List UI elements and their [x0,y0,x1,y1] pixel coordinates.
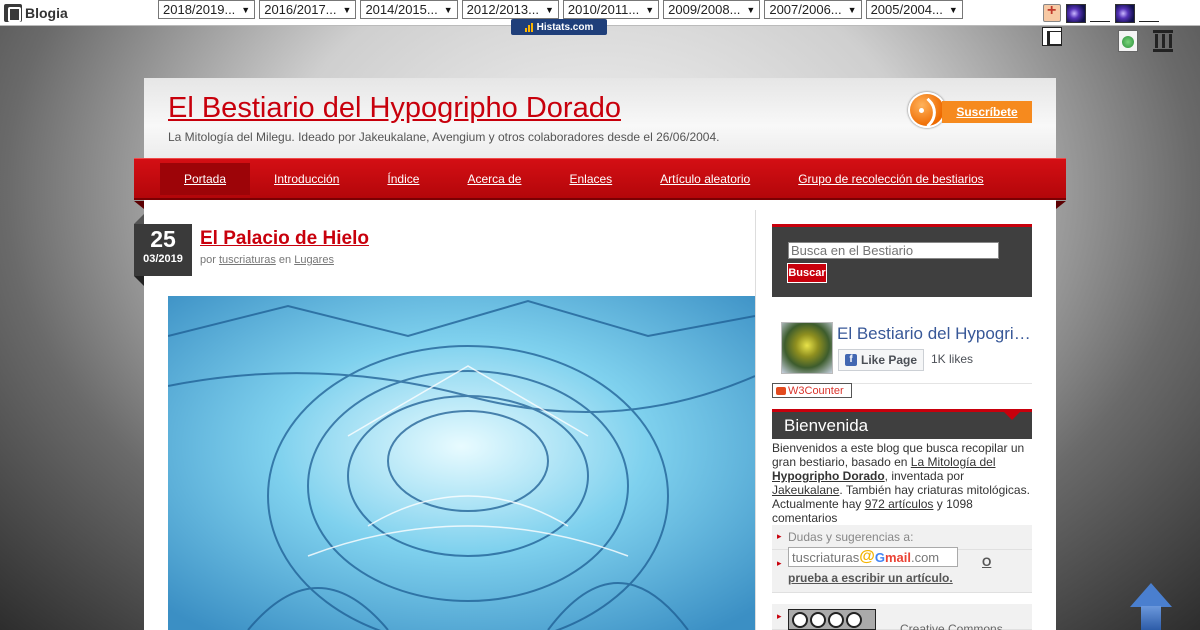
nav-item-acerca-de[interactable]: Acerca de [443,163,545,195]
year-select-2007[interactable]: 2007/2006... ▼ [764,0,862,19]
search-button[interactable]: Buscar [787,263,827,283]
year-select-2016[interactable]: 2016/2017... ▼ [259,0,357,19]
write-article-link[interactable]: prueba a escribir un artículo. [788,571,953,585]
histats-counter[interactable]: Histats.com [511,19,607,35]
book-icon[interactable] [1042,27,1062,46]
creative-commons-text: Creative Commons [900,622,1003,630]
dropdown-arrow-icon: ▼ [443,4,453,15]
welcome-text: Bienvenidos a este blog que busca recopi… [772,441,1030,525]
ice-palace-image [168,296,755,630]
year-select-2010[interactable]: 2010/2011... ▼ [562,0,660,19]
post-meta: por tuscriaturas en Lugares [200,254,334,266]
jakeukalane-link[interactable]: Jakeukalane [772,483,839,497]
archive-year-selects: 2018/2019... ▼ 2016/2017... ▼ 2014/2015...… [158,0,963,20]
scroll-to-top-icon[interactable] [1130,583,1172,630]
dropdown-arrow-icon: ▼ [241,4,251,15]
blogia-logo-icon [4,4,22,22]
site-header: El Bestiario del Hypogripho Dorado La Mi… [144,78,1056,158]
galaxy-icon[interactable] [1115,4,1135,23]
facebook-like-button[interactable]: f Like Page [838,349,924,371]
post-author-link[interactable]: tuscriaturas [219,254,276,266]
year-select-2018[interactable]: 2018/2019... ▼ [158,0,256,19]
post-date-day: 25 [150,226,176,252]
year-select-2005[interactable]: 2005/2004... ▼ [865,0,963,19]
nav-item-introduccion[interactable]: Introducción [250,163,363,195]
dropdown-arrow-icon: ▼ [847,4,857,15]
plus-icon[interactable] [1043,2,1061,22]
list-item-license: Creative Commons [772,604,1032,630]
columns-icon[interactable] [1151,30,1175,52]
facebook-icon: f [845,354,857,366]
post-category-link[interactable]: Lugares [294,254,334,266]
globe-icon[interactable] [1118,30,1138,52]
nav-item-enlaces[interactable]: Enlaces [545,163,636,195]
post-date-month: 03/2019 [143,253,183,265]
year-select-2014[interactable]: 2014/2015... ▼ [360,0,458,19]
post-image[interactable] [168,296,755,630]
subscribe-label: Suscríbete [942,101,1032,123]
nav-item-indice[interactable]: Índice [363,163,443,195]
dropdown-arrow-icon: ▼ [544,4,554,15]
facebook-page-avatar[interactable] [781,322,833,374]
nav-items: Portada Introducción Índice Acerca de En… [160,163,1008,195]
hypogripho-link[interactable]: Hypogripho Dorado [772,469,885,483]
toolbar-blank-slot[interactable] [1139,4,1159,22]
nav-item-portada[interactable]: Portada [160,163,251,195]
search-widget: Buscar [772,224,1032,297]
blogia-logo[interactable]: Blogia [4,3,68,23]
facebook-likes-count: 1K likes [931,352,974,366]
creative-commons-icon[interactable] [788,609,876,630]
galaxy-icon[interactable] [1066,4,1086,23]
dropdown-arrow-icon: ▼ [746,4,756,15]
post-title[interactable]: El Palacio de Hielo [200,228,369,250]
bar-chart-icon [524,22,533,32]
email-address-image[interactable]: tuscriaturas@Gmail.com [788,547,958,567]
year-select-2012[interactable]: 2012/2013... ▼ [461,0,559,19]
facebook-page-name[interactable]: El Bestiario del Hypogripho Dorado [837,324,1032,344]
or-label: O [982,555,992,569]
main-nav: Portada Introducción Índice Acerca de En… [134,158,1066,209]
list-item-email: tuscriaturas@Gmail.com O prueba a escrib… [772,547,1032,593]
blogia-logo-text: Blogia [25,5,68,21]
w3counter-badge[interactable]: W3Counter [772,383,852,398]
site-title[interactable]: El Bestiario del Hypogripho Dorado [168,92,621,125]
dropdown-arrow-icon: ▼ [645,4,655,15]
nav-item-articulo-aleatorio[interactable]: Artículo aleatorio [636,163,774,195]
dropdown-arrow-icon: ▼ [948,4,958,15]
post-date-badge: 25 03/2019 [134,214,192,286]
nav-item-grupo-recoleccion[interactable]: Grupo de recolección de bestiarios [774,163,1007,195]
articles-count-link[interactable]: 972 artículos [865,497,934,511]
w3counter-icon [776,386,786,395]
site-subtitle: La Mitología del Milegu. Ideado por Jake… [168,130,720,144]
facebook-page-widget: El Bestiario del Hypogripho Dorado f Lik… [772,314,1032,384]
year-select-2009[interactable]: 2009/2008... ▼ [663,0,761,19]
at-sign-icon: @ [859,548,875,565]
subscribe-button[interactable]: Suscríbete [908,92,1032,128]
mitologia-link[interactable]: La Mitología del [911,455,996,469]
welcome-header: Bienvenida [772,409,1032,439]
rss-icon [908,92,946,128]
toolbar-blank-slot[interactable] [1090,4,1110,22]
content-divider [755,210,756,630]
search-input[interactable] [788,242,999,259]
dropdown-arrow-icon: ▼ [342,4,352,15]
